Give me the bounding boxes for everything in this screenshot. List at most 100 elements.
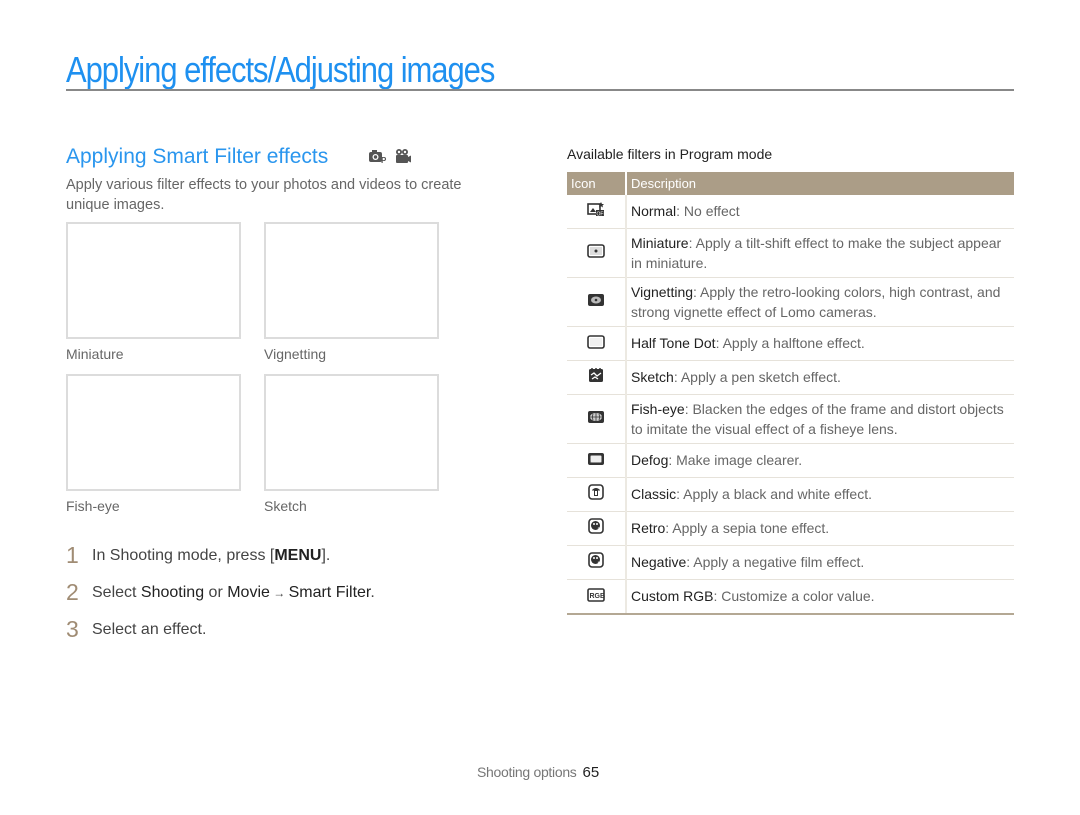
thumbnail-vignetting xyxy=(264,222,439,339)
icon-cell: RGB xyxy=(567,579,627,615)
filter-name: Normal xyxy=(631,203,677,220)
svg-text:P: P xyxy=(381,156,387,164)
thumbnail-fish-eye xyxy=(66,374,241,491)
table-row: RGB Custom RGB: Customize a color value. xyxy=(567,579,1014,615)
fish-eye-icon xyxy=(587,409,605,429)
table-row: Vignetting: Apply the retro-looking colo… xyxy=(567,277,1014,327)
filter-name: Vignetting xyxy=(631,283,694,300)
icon-cell xyxy=(567,443,627,478)
description-cell: Custom RGB: Customize a color value. xyxy=(626,579,1014,615)
filter-name: Custom RGB xyxy=(631,588,714,605)
filter-name: Half Tone Dot xyxy=(631,335,716,351)
filter-description: : Make image clearer. xyxy=(668,452,803,468)
filter-description: : Apply a pen sketch effect. xyxy=(673,369,841,385)
defog-icon xyxy=(587,451,605,471)
column-header-description: Description xyxy=(626,172,1014,195)
icon-cell xyxy=(567,394,627,444)
table-caption: Available filters in Program mode xyxy=(567,146,773,162)
icon-cell xyxy=(567,277,627,327)
page-footer: Shooting options 65 xyxy=(477,764,599,782)
filter-description: : Blacken the edges of the frame and dis… xyxy=(631,400,1004,437)
description-cell: Vignetting: Apply the retro-looking colo… xyxy=(626,277,1014,327)
description-cell: Fish-eye: Blacken the edges of the frame… xyxy=(626,394,1014,444)
table-row: Classic: Apply a black and white effect. xyxy=(567,477,1014,512)
intro-paragraph: Apply various filter effects to your pho… xyxy=(66,177,462,213)
section-title: Applying Smart Filter effects xyxy=(66,145,329,168)
filter-description: : Apply a black and white effect. xyxy=(676,486,872,502)
footer-section-name: Shooting options xyxy=(477,764,577,780)
icon-cell: N xyxy=(567,545,627,580)
description-cell: Defog: Make image clearer. xyxy=(626,443,1014,478)
step-text-part: or xyxy=(204,584,228,601)
step-text: Select an effect. xyxy=(92,621,207,638)
menu-item-shooting: Shooting xyxy=(140,584,205,601)
filter-name: Sketch xyxy=(631,369,674,385)
filter-description: : Apply a sepia tone effect. xyxy=(665,520,830,536)
icon-cell xyxy=(567,477,627,512)
step-text-part: In Shooting mode, press [ xyxy=(92,547,275,564)
icon-cell xyxy=(567,326,627,361)
page-number: 65 xyxy=(582,764,600,781)
description-cell: Negative: Apply a negative film effect. xyxy=(626,545,1014,580)
description-cell: Normal: No effect xyxy=(626,195,1014,229)
icon-cell xyxy=(567,228,627,278)
table-row: Sketch: Apply a pen sketch effect. xyxy=(567,360,1014,395)
filter-name: Negative xyxy=(631,554,687,570)
filter-name: Miniature xyxy=(631,234,689,251)
program-camera-icon: P xyxy=(368,148,388,164)
icon-cell xyxy=(567,360,627,395)
step-text: In Shooting mode, press [MENU]. xyxy=(92,545,330,567)
movie-camera-icon xyxy=(394,148,412,164)
table-row: R Retro: Apply a sepia tone effect. xyxy=(567,511,1014,546)
description-cell: Classic: Apply a black and white effect. xyxy=(626,477,1014,512)
table-row: Half Tone Dot: Apply a halftone effect. xyxy=(567,326,1014,361)
description-cell: Sketch: Apply a pen sketch effect. xyxy=(626,360,1014,395)
step-number: 3 xyxy=(66,616,79,642)
table-row: Defog: Make image clearer. xyxy=(567,443,1014,478)
custom-rgb-icon: RGB xyxy=(587,587,605,607)
filter-name: Defog xyxy=(631,452,669,468)
classic-icon xyxy=(588,484,604,505)
svg-text:R: R xyxy=(598,527,602,533)
svg-text:N: N xyxy=(598,561,602,567)
icon-cell: OFF xyxy=(567,195,627,229)
step-text: Select Shooting or Movie → Smart Filter. xyxy=(92,582,375,604)
step-text-part: Select xyxy=(92,584,141,601)
description-cell: Half Tone Dot: Apply a halftone effect. xyxy=(626,326,1014,361)
thumbnail-label: Miniature xyxy=(66,346,124,362)
step-text-part: ]. xyxy=(321,547,331,564)
svg-text:OFF: OFF xyxy=(597,212,606,218)
filter-description: : Apply a halftone effect. xyxy=(715,335,865,351)
table-row: N Negative: Apply a negative film effect… xyxy=(567,545,1014,580)
column-header-icon: Icon xyxy=(567,172,627,195)
table-row: OFF Normal: No effect xyxy=(567,195,1014,229)
normal-off-icon: OFF xyxy=(587,201,607,222)
filter-name: Fish-eye xyxy=(631,400,685,417)
description-cell: Miniature: Apply a tilt-shift effect to … xyxy=(626,228,1014,278)
retro-icon: R xyxy=(588,518,604,539)
thumbnail-sketch xyxy=(264,374,439,491)
table-row: Fish-eye: Blacken the edges of the frame… xyxy=(567,394,1014,444)
page-title: Applying effects/Adjusting images xyxy=(66,49,495,90)
step-number: 1 xyxy=(66,542,79,568)
filters-table: Icon Description OFF Normal: No effect M… xyxy=(567,172,1014,615)
table-row: Miniature: Apply a tilt-shift effect to … xyxy=(567,228,1014,278)
filter-description: : No effect xyxy=(676,203,740,220)
step-number: 2 xyxy=(66,579,79,605)
miniature-icon xyxy=(587,243,605,263)
mode-icons: P xyxy=(368,148,412,164)
menu-item-smart-filter: Smart Filter xyxy=(288,584,371,601)
negative-icon: N xyxy=(588,552,604,573)
half-tone-dot-icon xyxy=(587,334,605,354)
filter-name: Retro xyxy=(631,520,666,536)
thumbnail-label: Fish-eye xyxy=(66,498,120,514)
description-cell: Retro: Apply a sepia tone effect. xyxy=(626,511,1014,546)
thumbnail-miniature xyxy=(66,222,241,339)
menu-key: MENU xyxy=(274,547,322,564)
icon-cell: R xyxy=(567,511,627,546)
vignetting-icon xyxy=(587,292,605,312)
title-divider xyxy=(66,89,1014,91)
filter-name: Classic xyxy=(631,486,677,502)
filter-description: : Apply a negative film effect. xyxy=(686,554,865,570)
sketch-icon xyxy=(588,367,604,388)
